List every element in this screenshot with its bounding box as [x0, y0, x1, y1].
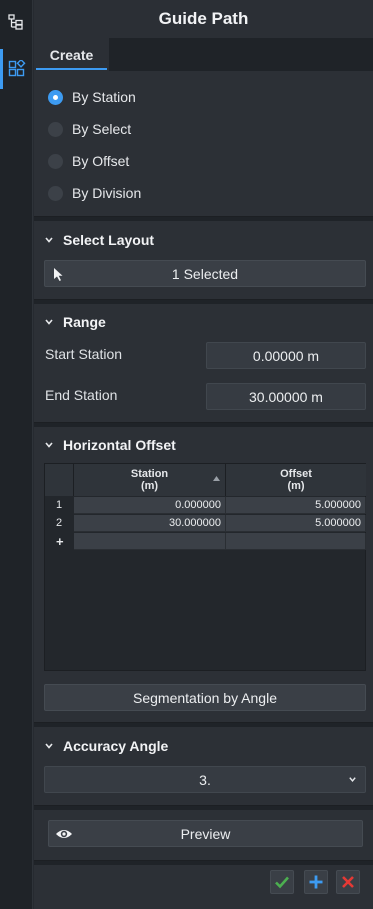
guide-path-panel: Guide Path Create By Station By Select B… [34, 0, 373, 909]
section-title: Range [63, 314, 106, 330]
accuracy-angle-header[interactable]: Accuracy Angle [44, 736, 168, 756]
radio-unselected[interactable] [48, 153, 63, 169]
accuracy-angle-select[interactable]: 3. [44, 766, 366, 793]
table-corner [45, 464, 74, 496]
row-number: 2 [56, 517, 63, 529]
chevron-down-icon [349, 777, 356, 782]
close-icon [342, 876, 354, 888]
radio-by-offset[interactable]: By Offset [48, 151, 129, 171]
radio-label: By Select [72, 121, 132, 137]
cursor-icon [54, 268, 63, 281]
preview-section: Preview [34, 810, 373, 861]
station-cell[interactable]: 0.000000 [74, 497, 226, 514]
offset-cell[interactable]: 5.000000 [226, 497, 366, 514]
radio-label: By Offset [72, 153, 130, 169]
ok-button[interactable] [270, 870, 294, 894]
column-header-station[interactable]: Station (m) [74, 464, 226, 496]
new-station-cell[interactable] [74, 533, 226, 550]
new-offset-cell[interactable] [226, 533, 366, 550]
preview-button[interactable]: Preview [48, 820, 363, 847]
range-section: Range Start Station 0.00000 m End Statio… [34, 304, 373, 423]
chevron-down-icon [45, 743, 53, 749]
plus-icon [309, 875, 323, 889]
chevron-down-icon [45, 319, 53, 325]
tree-icon [7, 14, 23, 30]
radio-by-station[interactable]: By Station [48, 87, 136, 107]
segmentation-by-angle-button[interactable]: Segmentation by Angle [44, 684, 366, 711]
panel-title: Guide Path [34, 0, 373, 38]
select-value: 3. [199, 771, 211, 788]
column-name: Offset [280, 468, 312, 480]
side-toolbar [0, 0, 33, 909]
range-header[interactable]: Range [44, 312, 106, 332]
radio-selected[interactable] [48, 89, 63, 105]
radio-by-select[interactable]: By Select [48, 119, 131, 139]
action-bar [34, 865, 373, 909]
horizontal-offset-section: Horizontal Offset Station (m) Offset (m)… [34, 427, 373, 723]
radio-unselected[interactable] [48, 185, 63, 201]
end-station-label: End Station [45, 387, 118, 403]
accuracy-angle-section: Accuracy Angle 3. [34, 727, 373, 806]
tree-view-button[interactable] [0, 2, 31, 42]
start-station-label: Start Station [45, 346, 123, 362]
select-layout-button[interactable]: 1 Selected [44, 260, 366, 287]
section-title: Select Layout [63, 232, 155, 248]
tab-bar: Create [34, 38, 373, 71]
eye-icon [56, 830, 72, 838]
column-unit: (m) [140, 480, 159, 492]
column-unit: (m) [287, 480, 305, 492]
row-number: 1 [56, 499, 63, 511]
offset-table: Station (m) Offset (m) 1 0.000000 5.0000… [44, 463, 366, 671]
radio-label: By Station [72, 89, 136, 105]
select-layout-header[interactable]: Select Layout [44, 230, 154, 250]
button-label: 1 Selected [171, 265, 239, 282]
components-button[interactable] [0, 49, 31, 89]
button-label: Preview [180, 825, 231, 842]
section-title: Accuracy Angle [63, 738, 169, 754]
add-button[interactable] [304, 870, 328, 894]
chevron-down-icon [45, 237, 53, 243]
column-name: Station [130, 468, 169, 480]
components-icon [8, 60, 26, 77]
station-cell[interactable]: 30.000000 [74, 515, 226, 532]
checkmark-icon [275, 876, 289, 889]
end-station-input[interactable]: 30.00000 m [206, 383, 366, 410]
offset-cell[interactable]: 5.000000 [226, 515, 366, 532]
section-title: Horizontal Offset [63, 437, 176, 453]
sort-asc-icon [213, 476, 220, 481]
radio-by-division[interactable]: By Division [48, 183, 141, 203]
chevron-down-icon [45, 442, 53, 448]
method-section: By Station By Select By Offset By Divisi… [34, 71, 373, 217]
start-station-input[interactable]: 0.00000 m [206, 342, 366, 369]
tab-create[interactable]: Create [34, 38, 109, 71]
select-layout-section: Select Layout 1 Selected [34, 221, 373, 300]
radio-unselected[interactable] [48, 121, 63, 137]
horizontal-offset-header[interactable]: Horizontal Offset [44, 435, 176, 455]
add-row-button[interactable]: + [45, 533, 74, 550]
cancel-button[interactable] [336, 870, 360, 894]
radio-label: By Division [72, 185, 142, 201]
column-header-offset[interactable]: Offset (m) [226, 464, 366, 496]
